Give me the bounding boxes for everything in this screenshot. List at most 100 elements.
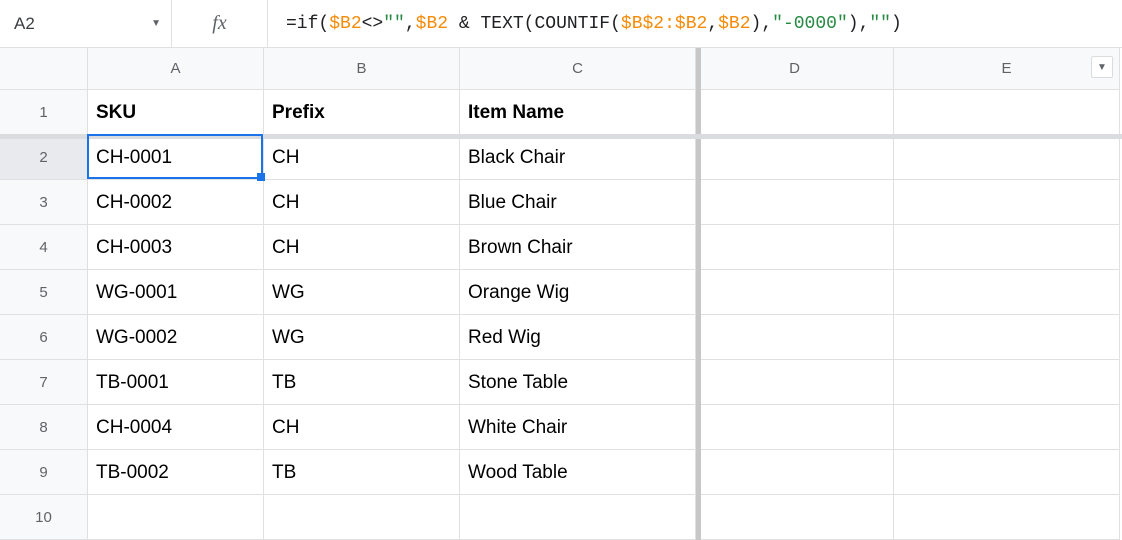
formula-token: $B2 [718,14,750,34]
cell-c3[interactable]: Blue Chair [460,180,696,225]
cell-e2[interactable] [894,135,1120,180]
name-box-dropdown-icon[interactable]: ▼ [151,18,161,29]
cell-d7[interactable] [696,360,894,405]
row-header-3[interactable]: 3 [0,180,88,225]
cell-d4[interactable] [696,225,894,270]
cell-c7[interactable]: Stone Table [460,360,696,405]
cell-a2[interactable]: CH-0001 [88,135,264,180]
cell-a10[interactable] [88,495,264,540]
cell-a9[interactable]: TB-0002 [88,450,264,495]
data-row [88,495,1120,540]
row-headers: 12345678910 [0,90,88,540]
header-row: SKUPrefixItem Name [88,90,1120,135]
cell-c4[interactable]: Brown Chair [460,225,696,270]
cell-b10[interactable] [264,495,460,540]
row-header-1[interactable]: 1 [0,90,88,135]
cell-a6[interactable]: WG-0002 [88,315,264,360]
data-row: CH-0003CHBrown Chair [88,225,1120,270]
data-row: CH-0002CHBlue Chair [88,180,1120,225]
cell-c5[interactable]: Orange Wig [460,270,696,315]
cell-d5[interactable] [696,270,894,315]
cell-c8[interactable]: White Chair [460,405,696,450]
cell-a4[interactable]: CH-0003 [88,225,264,270]
row-header-7[interactable]: 7 [0,360,88,405]
column-filter-icon[interactable]: ▼ [1091,56,1113,78]
column-header-c[interactable]: C [460,48,696,90]
freeze-column-handle[interactable] [696,48,701,540]
name-box[interactable]: A2 ▼ [0,0,172,47]
cell-c1[interactable]: Item Name [460,90,696,135]
data-row: CH-0001CHBlack Chair [88,135,1120,180]
cell-d9[interactable] [696,450,894,495]
cell-e7[interactable] [894,360,1120,405]
formula-token: $B2 [329,14,361,34]
data-row: CH-0004CHWhite Chair [88,405,1120,450]
cell-a1[interactable]: SKU [88,90,264,135]
cell-b1[interactable]: Prefix [264,90,460,135]
row-header-9[interactable]: 9 [0,450,88,495]
formula-bar: A2 ▼ fx =if($B2<>"",$B2 & TEXT(COUNTIF($… [0,0,1122,48]
cell-b6[interactable]: WG [264,315,460,360]
formula-token: ) [891,14,902,34]
column-header-e[interactable]: E▼ [894,48,1120,90]
row-header-8[interactable]: 8 [0,405,88,450]
cell-b2[interactable]: CH [264,135,460,180]
cell-e5[interactable] [894,270,1120,315]
formula-token: =if [286,14,318,34]
data-row: WG-0002WGRed Wig [88,315,1120,360]
formula-token: $B$2:$B2 [621,14,707,34]
formula-token: "-0000" [772,14,848,34]
formula-token: ), [848,14,870,34]
cell-a8[interactable]: CH-0004 [88,405,264,450]
row-header-2[interactable]: 2 [0,135,88,180]
column-header-a[interactable]: A [88,48,264,90]
cell-b5[interactable]: WG [264,270,460,315]
cell-c6[interactable]: Red Wig [460,315,696,360]
formula-token: , [405,14,416,34]
row-header-5[interactable]: 5 [0,270,88,315]
formula-token: , [707,14,718,34]
cell-c9[interactable]: Wood Table [460,450,696,495]
column-header-b[interactable]: B [264,48,460,90]
cell-b4[interactable]: CH [264,225,460,270]
freeze-row-handle[interactable] [0,134,1122,139]
cell-b3[interactable]: CH [264,180,460,225]
row-header-10[interactable]: 10 [0,495,88,540]
cell-e4[interactable] [894,225,1120,270]
cell-c10[interactable] [460,495,696,540]
formula-token: "" [383,14,405,34]
cell-e6[interactable] [894,315,1120,360]
cell-d1[interactable] [696,90,894,135]
cell-d8[interactable] [696,405,894,450]
cell-d10[interactable] [696,495,894,540]
cell-e10[interactable] [894,495,1120,540]
formula-token: "" [869,14,891,34]
row-header-6[interactable]: 6 [0,315,88,360]
cell-a3[interactable]: CH-0002 [88,180,264,225]
cell-b9[interactable]: TB [264,450,460,495]
formula-input[interactable]: =if($B2<>"",$B2 & TEXT(COUNTIF($B$2:$B2,… [268,14,1122,34]
row-header-4[interactable]: 4 [0,225,88,270]
formula-token: ), [751,14,773,34]
column-header-d[interactable]: D [696,48,894,90]
cell-c2[interactable]: Black Chair [460,135,696,180]
cells-grid: SKUPrefixItem NameCH-0001CHBlack ChairCH… [88,90,1120,540]
cell-b7[interactable]: TB [264,360,460,405]
cell-a5[interactable]: WG-0001 [88,270,264,315]
cell-e3[interactable] [894,180,1120,225]
cell-e9[interactable] [894,450,1120,495]
data-row: TB-0001TBStone Table [88,360,1120,405]
cell-d3[interactable] [696,180,894,225]
fx-label[interactable]: fx [172,0,268,47]
data-row: TB-0002TBWood Table [88,450,1120,495]
cell-e1[interactable] [894,90,1120,135]
cell-a7[interactable]: TB-0001 [88,360,264,405]
select-all-corner[interactable] [0,48,88,90]
cell-d2[interactable] [696,135,894,180]
cell-e8[interactable] [894,405,1120,450]
cell-b8[interactable]: CH [264,405,460,450]
cell-d6[interactable] [696,315,894,360]
formula-token: ( [318,14,329,34]
data-row: WG-0001WGOrange Wig [88,270,1120,315]
name-box-value: A2 [14,14,35,34]
